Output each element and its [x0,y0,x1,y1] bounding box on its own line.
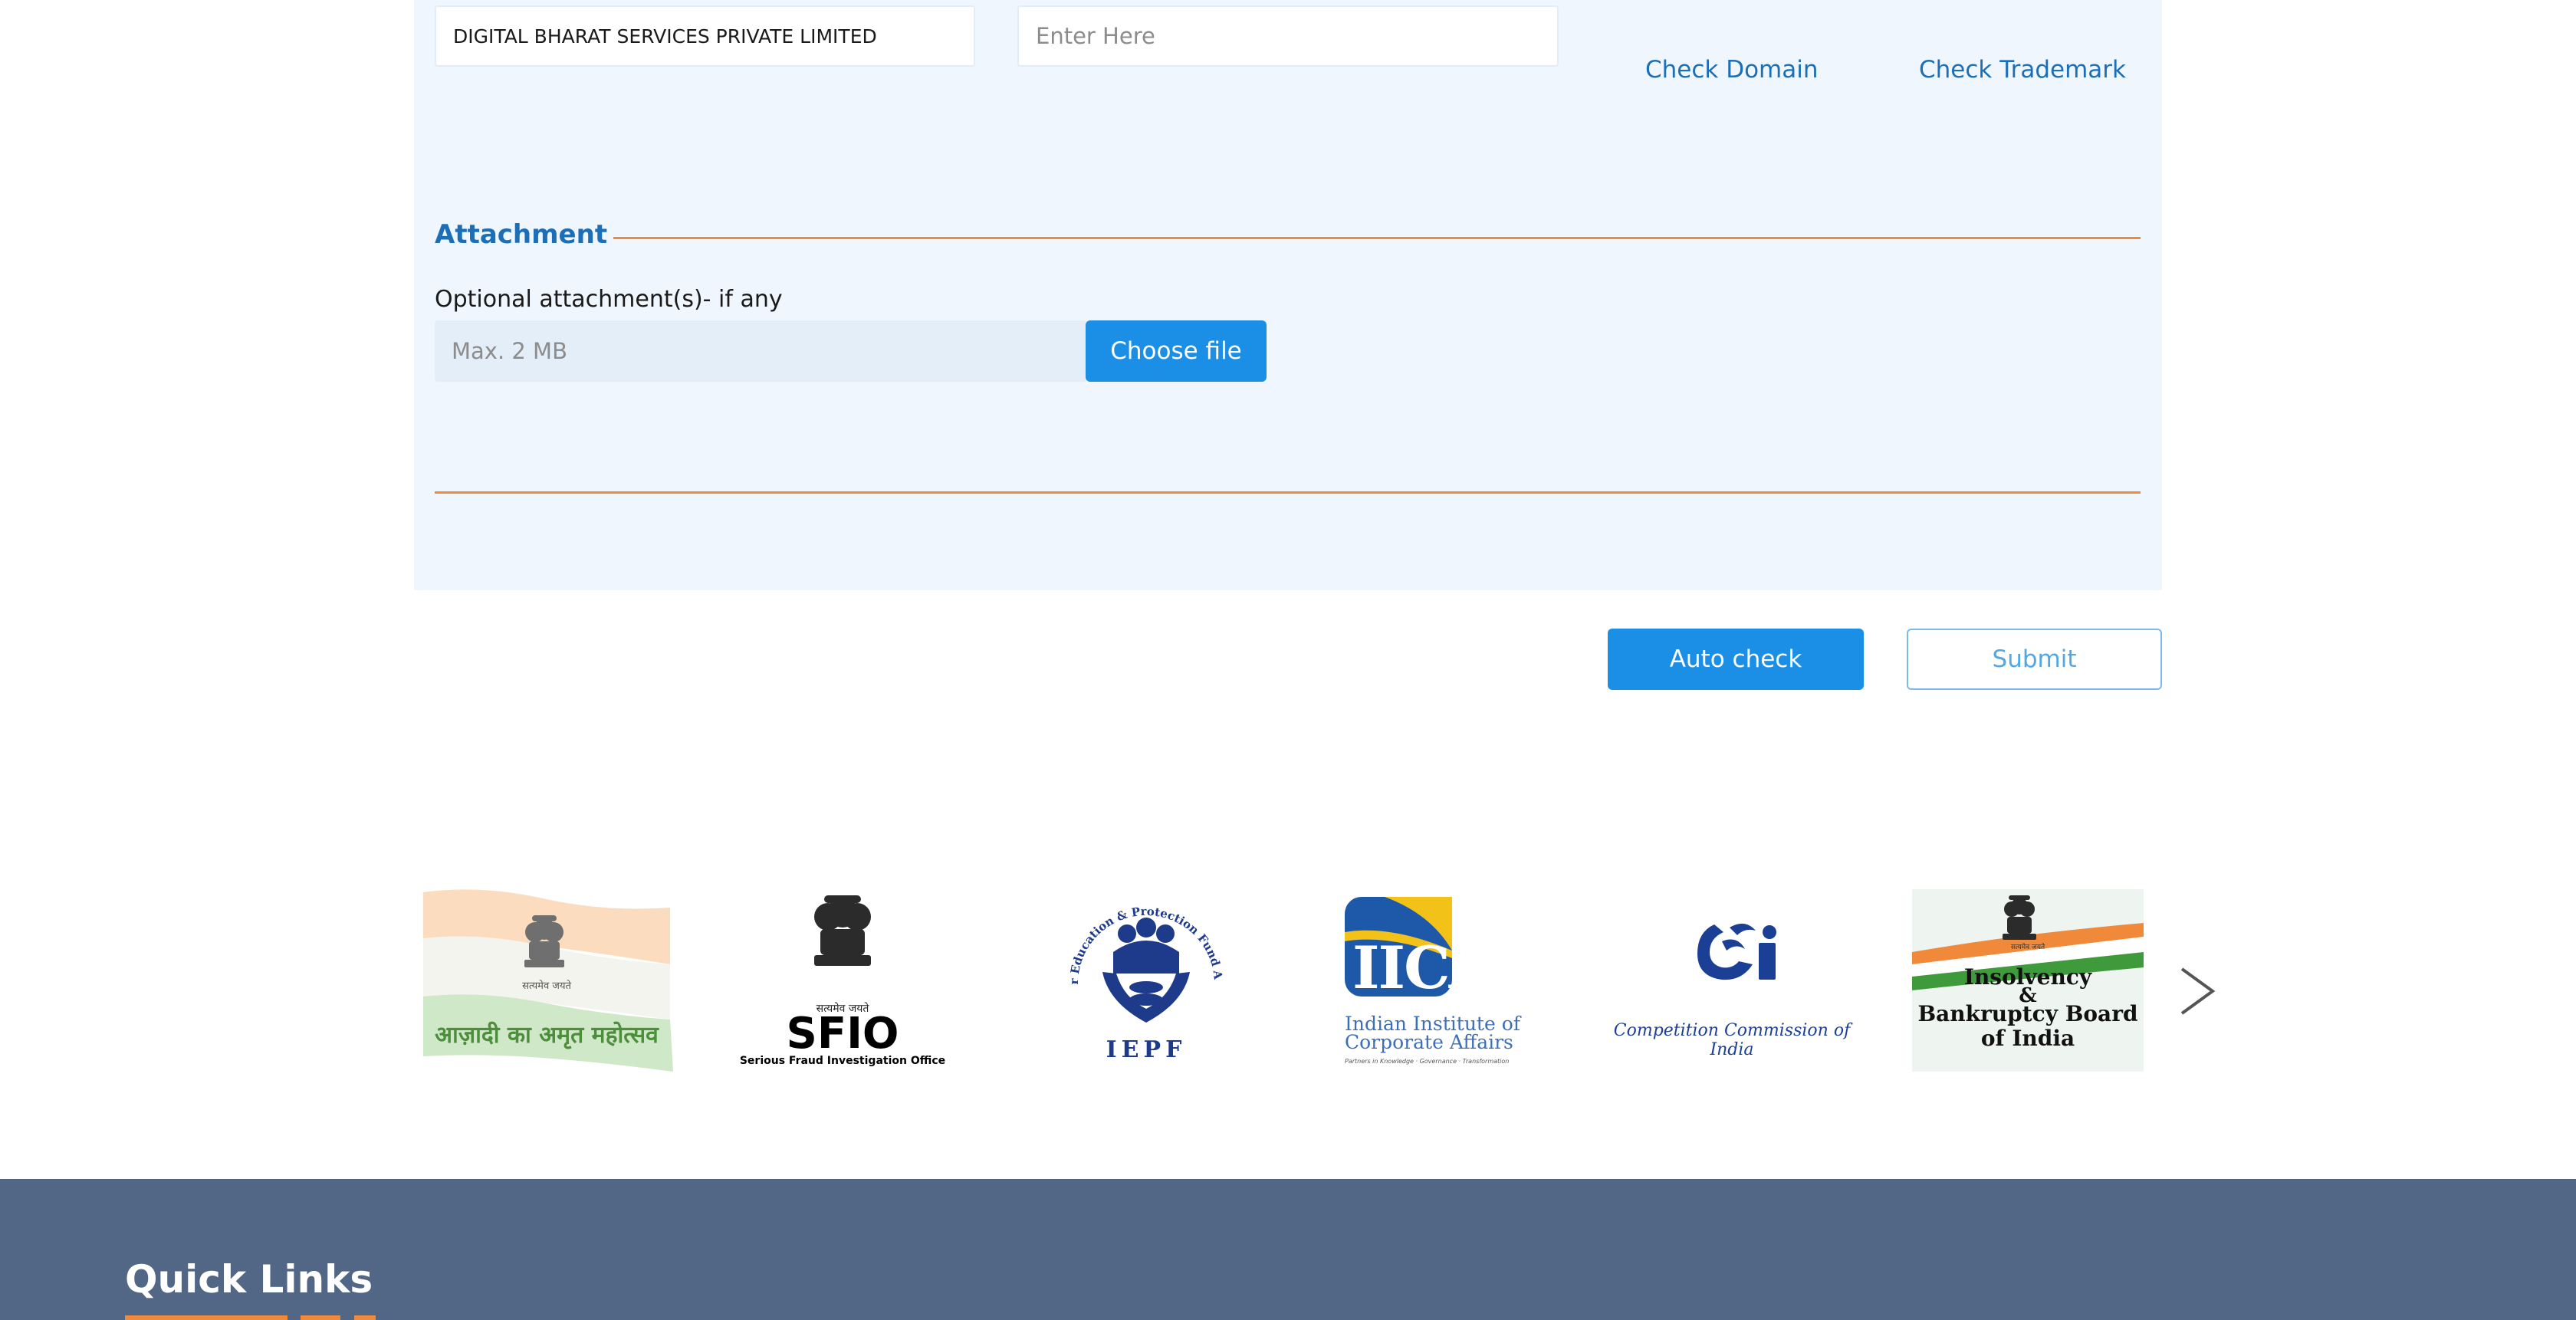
ibbi-line4: of India [1980,1026,2075,1051]
attachment-field-label: Optional attachment(s)- if any [435,286,783,313]
quick-links-underline [125,1315,288,1320]
iica-acronym: IICA [1352,934,1494,1002]
proposed-name-placeholder: Enter Here [1036,23,1155,49]
auto-check-button[interactable]: Auto check [1608,629,1864,690]
azadi-ka-amrit-mahotsav-logo[interactable]: सत्यमेव जयते आज़ादी का अमृत महोत्सव [420,888,673,1073]
quick-links-title: Quick Links [125,1257,373,1302]
attachment-file-input[interactable]: Max. 2 MB [435,320,1086,382]
competition-commission-logo[interactable]: Competition Commission of India [1607,888,1857,1073]
azadi-caption: आज़ादी का अमृत महोत्सव [435,1022,659,1049]
attachment-bottom-divider [435,491,2141,494]
quick-links-underline-dot [301,1315,340,1320]
iica-logo[interactable]: IICA Indian Institute of Corporate Affai… [1343,888,1527,1073]
company-name-field[interactable]: DIGITAL BHARAT SERVICES PRIVATE LIMITED [435,5,975,67]
cci-name: Competition Commission of India [1613,1021,1851,1059]
iica-tagline: Partners in Knowledge · Governance · Tra… [1345,1058,1510,1065]
site-footer [0,1179,2576,1320]
national-emblem-icon [814,895,871,966]
proposed-name-input[interactable]: Enter Here [1017,5,1559,67]
ibbi-line3: Bankruptcy Board [1917,1001,2138,1026]
chevron-right-icon[interactable] [2179,964,2217,1018]
cci-emblem-icon [1697,923,1776,980]
azadi-emblem-motto: सत्यमेव जयते [522,980,571,992]
ibbi-emblem-motto: सत्यमेव जयते [2010,944,2045,951]
submit-button[interactable]: Submit [1907,629,2162,690]
sfio-title: SFIO [786,1009,899,1059]
sfio-subtitle: Serious Fraud Investigation Office [739,1055,946,1067]
choose-file-button[interactable]: Choose file [1086,320,1267,382]
file-size-placeholder: Max. 2 MB [452,338,567,364]
check-domain-button[interactable]: Check Domain [1645,56,1819,84]
attachment-section-title: Attachment [435,219,608,250]
company-name-value: DIGITAL BHARAT SERVICES PRIVATE LIMITED [453,25,877,48]
ibbi-logo[interactable]: सत्यमेव जयते Insolvency & Bankruptcy Boa… [1912,888,2144,1073]
quick-links-underline-dot [354,1315,376,1320]
iica-name-line2: Corporate Affairs [1345,1031,1513,1053]
iepf-logo[interactable]: Investor Education & Protection Fund Aut… [1053,888,1239,1073]
section-divider [613,237,2141,239]
check-trademark-button[interactable]: Check Trademark [1919,56,2126,84]
iepf-acronym: IEPF [1106,1036,1187,1063]
sfio-logo[interactable]: सत्यमेव जयते SFIO Serious Fraud Investig… [739,888,946,1073]
